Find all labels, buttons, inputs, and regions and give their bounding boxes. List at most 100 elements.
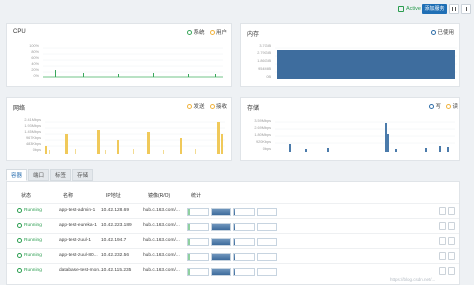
row-refresh-button[interactable] — [439, 222, 446, 230]
cpu-chart — [43, 47, 223, 78]
legend-dot-icon — [187, 103, 192, 109]
y-tick: 60% — [31, 56, 39, 60]
network-panel: 网络 发送 接收 2.41Mbps 1.93Mbps 1.45Mbps 967K… — [6, 97, 232, 161]
y-tick: 0bps — [262, 147, 271, 151]
storage-chart — [275, 121, 455, 152]
legend-read[interactable]: 读 — [446, 102, 458, 110]
watermark: https://blog.csdn.net/... — [390, 277, 436, 282]
y-tick: 1.86GiB — [257, 59, 271, 63]
legend-receive[interactable]: 接收 — [209, 102, 227, 110]
y-tick: 0% — [33, 74, 40, 78]
row-menu-button[interactable] — [448, 267, 455, 275]
y-tick: 1.45Mbps — [24, 130, 41, 134]
status-cell: Running — [17, 268, 42, 273]
y-tick: 2.41Mbps — [24, 118, 41, 122]
y-tick: 1.80Mbps — [254, 133, 271, 137]
y-tick: 20% — [31, 68, 39, 72]
row-refresh-button[interactable] — [439, 207, 446, 215]
y-tick: 2.69Mbps — [254, 126, 271, 130]
y-tick: 0bps — [32, 148, 41, 152]
y-tick: 3.59Mbps — [254, 119, 271, 123]
table-row[interactable]: Running app-test-zuul-80... 10.42.232.56… — [7, 248, 459, 263]
y-tick: 40% — [31, 62, 39, 66]
column-header-image[interactable]: 镜像(R/O) — [143, 192, 170, 199]
status-text: Active — [406, 6, 421, 12]
row-menu-button[interactable] — [448, 237, 455, 245]
net-stat-bar — [233, 268, 255, 276]
image-cell: hub.c.163.com/... — [143, 238, 180, 243]
mem-stat-bar — [211, 208, 231, 216]
menu-icon — [465, 7, 467, 11]
image-cell: hub.c.163.com/... — [143, 253, 180, 258]
pause-button[interactable] — [449, 4, 459, 14]
ip-cell: 10.42.128.69 — [101, 208, 130, 213]
storage-bars — [289, 123, 449, 152]
table-row[interactable]: Running app-test-zuul-1 10.42.194.7 hub.… — [7, 233, 459, 248]
legend-dot-icon — [209, 29, 215, 35]
row-menu-button[interactable] — [448, 222, 455, 230]
legend-dot-icon — [446, 103, 452, 109]
cpu-spikes — [55, 70, 216, 77]
cpu-stat-bar — [187, 268, 209, 276]
running-icon — [17, 268, 22, 273]
column-header-ip[interactable]: IP地址 — [101, 192, 121, 199]
row-menu-button[interactable] — [448, 252, 455, 260]
mem-stat-bar — [211, 223, 231, 231]
legend-send[interactable]: 发送 — [187, 102, 205, 110]
legend-user[interactable]: 用户 — [209, 28, 227, 36]
network-title: 网络 — [13, 106, 26, 112]
status-cell: Running — [17, 223, 42, 228]
tab-labels[interactable]: 标签 — [50, 169, 72, 181]
column-header-name[interactable]: 名称 — [58, 192, 73, 199]
net-stat-bar — [233, 208, 255, 216]
legend-dot-icon — [431, 29, 436, 35]
legend-system[interactable]: 系统 — [187, 28, 205, 36]
tab-ports[interactable]: 端口 — [28, 169, 50, 181]
name-cell[interactable]: app-test-zuul-80... — [59, 253, 98, 258]
y-tick: 3.7GiB — [259, 44, 271, 48]
disk-stat-bar — [257, 238, 277, 246]
column-header-status[interactable]: 状态 — [16, 192, 31, 199]
image-cell: hub.c.163.com/... — [143, 223, 180, 228]
legend-write[interactable]: 写 — [429, 102, 441, 110]
table-row[interactable]: Running app-test-eureka-1 10.42.223.189 … — [7, 218, 459, 233]
name-cell[interactable]: app-test-eureka-1 — [59, 223, 97, 228]
tab-containers[interactable]: 容器 — [6, 169, 28, 181]
table-row[interactable]: Running app-test-admin-1 10.42.128.69 hu… — [7, 203, 459, 218]
cpu-stat-bar — [187, 208, 209, 216]
ip-cell: 10.42.232.56 — [101, 253, 130, 258]
status-icon — [398, 6, 404, 12]
tab-storage[interactable]: 存储 — [72, 169, 94, 181]
legend-used[interactable]: 已使用 — [431, 28, 454, 36]
service-status: Active — [398, 5, 421, 13]
memory-used-area — [277, 50, 455, 79]
row-refresh-button[interactable] — [439, 252, 446, 260]
name-cell[interactable]: app-test-zuul-1 — [59, 238, 91, 243]
legend-dot-icon — [187, 29, 192, 35]
status-cell: Running — [17, 253, 42, 258]
add-service-button[interactable]: 添加服务 — [422, 4, 447, 14]
cpu-legend: 系统 用户 — [187, 28, 227, 36]
y-tick: 1.93Mbps — [24, 124, 41, 128]
cpu-title: CPU — [13, 29, 26, 35]
row-refresh-button[interactable] — [439, 237, 446, 245]
more-button[interactable] — [461, 4, 471, 14]
top-bar: Active 添加服务 — [0, 0, 474, 18]
name-cell[interactable]: app-test-admin-1 — [59, 208, 95, 213]
row-refresh-button[interactable] — [439, 267, 446, 275]
storage-panel: 存储 写 读 3.59Mbps 2.69Mbps 1.80Mbps 920Kbp… — [240, 97, 460, 161]
running-icon — [17, 238, 22, 243]
name-cell[interactable]: database-test-mon... — [59, 268, 103, 273]
ip-cell: 10.42.194.7 — [101, 238, 127, 243]
y-tick: 483Kbps — [26, 142, 41, 146]
net-stat-bar — [233, 253, 255, 261]
disk-stat-bar — [257, 253, 277, 261]
image-cell: hub.c.163.com/... — [143, 268, 180, 273]
disk-stat-bar — [257, 208, 277, 216]
legend-dot-icon — [429, 103, 434, 109]
row-menu-button[interactable] — [448, 207, 455, 215]
table-row[interactable]: Running database-test-mon... 10.42.115.2… — [7, 263, 459, 278]
storage-legend: 写 读 — [429, 102, 458, 110]
memory-title: 内存 — [247, 32, 260, 38]
memory-legend: 已使用 — [431, 28, 454, 36]
